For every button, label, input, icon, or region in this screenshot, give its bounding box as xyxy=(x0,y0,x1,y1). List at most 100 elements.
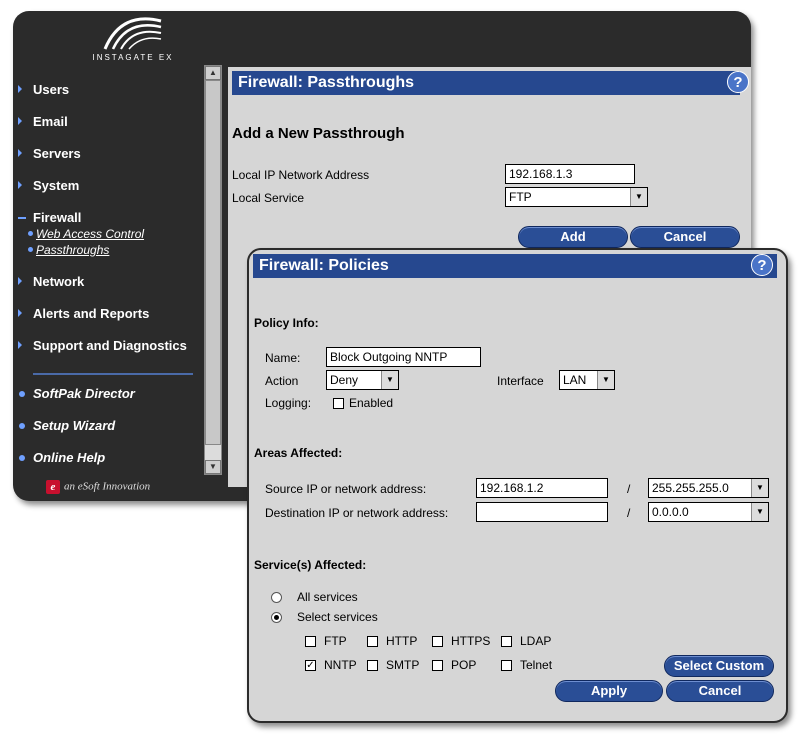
dropdown-arrow-icon: ▼ xyxy=(597,371,614,389)
scroll-up-arrow-icon[interactable]: ▲ xyxy=(205,66,221,80)
scroll-down-arrow-icon[interactable]: ▼ xyxy=(205,460,221,474)
footer-brand: e an eSoft Innovation xyxy=(46,480,150,494)
select-custom-button[interactable]: Select Custom xyxy=(664,655,774,677)
action-select[interactable]: Deny ▼ xyxy=(326,370,399,390)
sidebar-item-label: Network xyxy=(33,274,85,289)
bullet-icon xyxy=(19,455,25,461)
scrollbar-thumb[interactable] xyxy=(205,80,221,445)
footer-text: an eSoft Innovation xyxy=(64,480,151,493)
service-label-http: HTTP xyxy=(386,634,418,648)
apply-button[interactable]: Apply xyxy=(555,680,663,702)
instagate-logo: INSTAGATE EX xyxy=(73,15,193,71)
sidebar-subitem-label: Web Access Control xyxy=(36,227,145,241)
radio-selected-dot-icon xyxy=(274,615,279,620)
service-label-nntp: NNTP xyxy=(324,658,357,672)
sidebar-item-label: System xyxy=(33,178,80,193)
dropdown-arrow-icon: ▼ xyxy=(751,503,768,521)
help-icon[interactable]: ? xyxy=(751,254,773,276)
all-services-radio[interactable] xyxy=(271,592,282,603)
destination-ip-input[interactable] xyxy=(476,502,608,522)
minus-icon xyxy=(18,217,26,219)
services-affected-heading: Service(s) Affected: xyxy=(254,558,367,572)
chevron-right-icon xyxy=(18,85,22,93)
local-service-value: FTP xyxy=(509,190,532,204)
destination-mask-select[interactable]: 0.0.0.0 ▼ xyxy=(648,502,769,522)
bullet-icon xyxy=(19,391,25,397)
passthrough-cancel-button[interactable]: Cancel xyxy=(630,226,740,248)
action-value: Deny xyxy=(330,373,359,387)
interface-value: LAN xyxy=(563,373,587,387)
chevron-right-icon xyxy=(18,277,22,285)
logo-arcs-icon xyxy=(103,17,162,50)
service-label-pop: POP xyxy=(451,658,477,672)
select-services-label: Select services xyxy=(297,610,378,624)
source-ip-input[interactable]: 192.168.1.2 xyxy=(476,478,608,498)
service-label-https: HTTPS xyxy=(451,634,491,648)
sidebar-item-label: Email xyxy=(33,114,68,129)
policies-window: Firewall: Policies ? Policy Info: Name: … xyxy=(247,248,788,723)
chevron-right-icon xyxy=(18,149,22,157)
chevron-right-icon xyxy=(18,341,22,349)
service-checkbox-ldap[interactable] xyxy=(501,636,512,647)
sidebar-item-label: Setup Wizard xyxy=(33,418,116,433)
sidebar-subitem-passthroughs[interactable]: Passthroughs xyxy=(28,242,110,258)
passthroughs-title: Firewall: Passthroughs xyxy=(232,71,740,95)
sidebar-item-label: Firewall xyxy=(33,210,82,225)
policies-title: Firewall: Policies xyxy=(253,254,777,278)
dropdown-arrow-icon: ▼ xyxy=(381,371,398,389)
service-checkbox-http[interactable] xyxy=(367,636,378,647)
dropdown-arrow-icon: ▼ xyxy=(751,479,768,497)
service-label-smtp: SMTP xyxy=(386,658,420,672)
sidebar-item-label: Alerts and Reports xyxy=(33,306,150,321)
logging-enabled-label: Enabled xyxy=(349,396,394,410)
add-passthrough-heading: Add a New Passthrough xyxy=(232,125,405,142)
local-service-select[interactable]: FTP ▼ xyxy=(505,187,648,207)
service-checkbox-telnet[interactable] xyxy=(501,660,512,671)
service-checkbox-ftp[interactable] xyxy=(305,636,316,647)
interface-select[interactable]: LAN ▼ xyxy=(559,370,615,390)
all-services-label: All services xyxy=(297,590,358,604)
destination-slash: / xyxy=(627,506,631,520)
service-label-ldap: LDAP xyxy=(520,634,552,648)
sidebar-subitem-web-access-control[interactable]: Web Access Control xyxy=(28,226,145,242)
logging-label: Logging: xyxy=(265,396,312,410)
sidebar-item-label: SoftPak Director xyxy=(33,386,135,401)
sidebar-item-label: Servers xyxy=(33,146,81,161)
help-icon[interactable]: ? xyxy=(727,71,749,93)
sidebar-item-label: Support and Diagnostics xyxy=(33,338,187,353)
local-ip-label: Local IP Network Address xyxy=(232,168,370,182)
service-checkbox-nntp[interactable]: ✓ xyxy=(305,660,316,671)
esoft-logo-icon: e xyxy=(46,480,60,494)
destination-mask-value: 0.0.0.0 xyxy=(652,505,689,519)
add-button[interactable]: Add xyxy=(518,226,628,248)
chevron-right-icon xyxy=(18,181,22,189)
service-checkbox-https[interactable] xyxy=(432,636,443,647)
source-slash: / xyxy=(627,482,631,496)
service-label-telnet: Telnet xyxy=(520,658,553,672)
logging-enabled-checkbox[interactable] xyxy=(333,398,344,409)
policy-info-heading: Policy Info: xyxy=(254,316,319,330)
dropdown-arrow-icon: ▼ xyxy=(630,188,647,206)
interface-label: Interface xyxy=(497,374,544,388)
select-services-radio[interactable] xyxy=(271,612,282,623)
areas-affected-heading: Areas Affected: xyxy=(254,446,343,460)
chevron-right-icon xyxy=(18,309,22,317)
service-checkbox-smtp[interactable] xyxy=(367,660,378,671)
local-service-label: Local Service xyxy=(232,191,305,205)
policy-name-input[interactable]: Block Outgoing NNTP xyxy=(326,347,481,367)
source-mask-value: 255.255.255.0 xyxy=(652,481,729,495)
sidebar-item-label: Online Help xyxy=(33,450,106,465)
local-ip-input[interactable]: 192.168.1.3 xyxy=(505,164,635,184)
sidebar-subitem-label: Passthroughs xyxy=(36,243,110,257)
service-label-ftp: FTP xyxy=(324,634,347,648)
destination-ip-label: Destination IP or network address: xyxy=(265,506,449,520)
sidebar-scrollbar[interactable]: ▲ ▼ xyxy=(204,65,222,475)
policy-cancel-button[interactable]: Cancel xyxy=(666,680,774,702)
logo-text: INSTAGATE EX xyxy=(92,53,174,62)
bullet-icon xyxy=(19,423,25,429)
service-checkbox-pop[interactable] xyxy=(432,660,443,671)
source-mask-select[interactable]: 255.255.255.0 ▼ xyxy=(648,478,769,498)
sidebar-item-label: Users xyxy=(33,82,70,97)
name-label: Name: xyxy=(265,351,301,365)
action-label: Action xyxy=(265,374,299,388)
